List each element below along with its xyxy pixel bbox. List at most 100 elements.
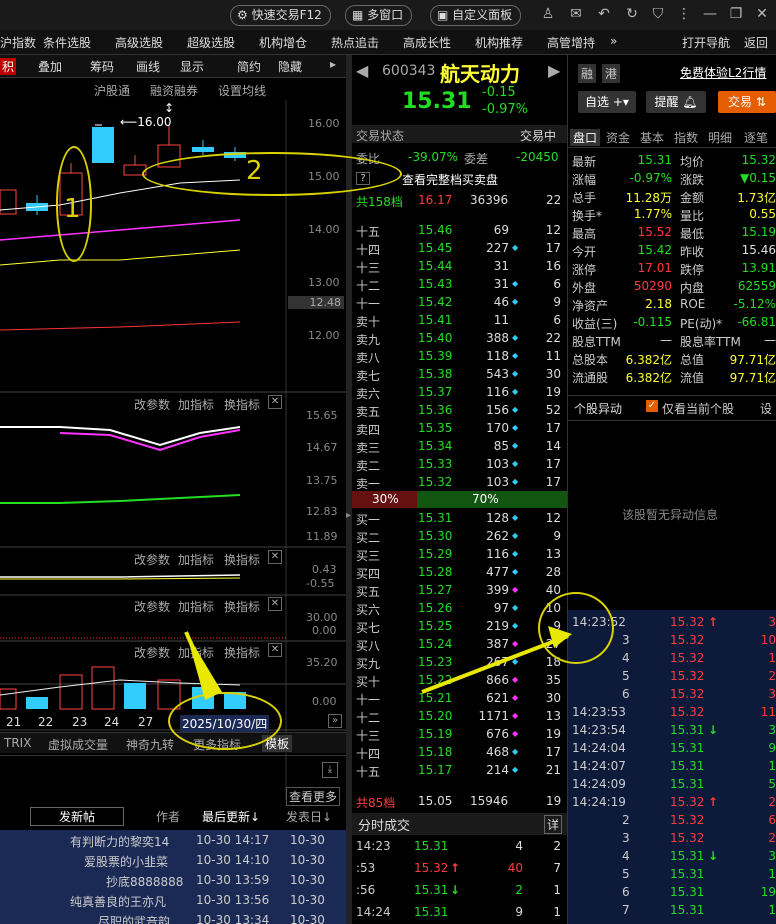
bid-row[interactable]: 十五 15.17 214 ◆ 21 — [352, 761, 567, 779]
user-icon[interactable]: ♙ — [540, 6, 556, 22]
shirt-icon[interactable]: ⛉ — [650, 6, 666, 22]
switch-indicator-button[interactable]: 换指标 — [224, 396, 260, 413]
back-button[interactable]: 返回 — [744, 34, 768, 51]
ask-row[interactable]: 十五 15.46 69 12 — [352, 221, 567, 239]
quick-trade-button[interactable]: ⚙ 快速交易F12 — [230, 5, 331, 26]
multi-window-button[interactable]: ▦ 多窗口 — [345, 5, 413, 26]
minimize-icon[interactable]: — — [702, 6, 718, 22]
bid-row[interactable]: 十三 15.19 676 ◆ 19 — [352, 725, 567, 743]
tab-trix[interactable]: TRIX — [4, 736, 31, 750]
bid-row[interactable]: 买八 15.24 387 ◆ 27 — [352, 635, 567, 653]
scroll-right-icon[interactable]: » — [328, 714, 342, 728]
abnormal-filter-label[interactable]: 仅看当前个股 — [662, 400, 734, 417]
close-icon[interactable]: ✕ — [268, 550, 282, 564]
tab-zhubi[interactable]: 逐笔 — [744, 129, 768, 146]
ask-row[interactable]: 卖七 15.38 543 ◆ 30 — [352, 365, 567, 383]
close-icon[interactable]: ✕ — [268, 643, 282, 657]
ask-row[interactable]: 卖六 15.37 116 ◆ 19 — [352, 383, 567, 401]
edit-params-button[interactable]: 改参数 — [134, 551, 170, 568]
close-icon[interactable]: ✕ — [268, 395, 282, 409]
ask-row[interactable]: 十三 15.44 31 16 — [352, 257, 567, 275]
bid-row[interactable]: 十一 15.21 621 ◆ 30 — [352, 689, 567, 707]
bid-row[interactable]: 买五 15.27 399 ◆ 40 — [352, 581, 567, 599]
bid-row[interactable]: 十二 15.20 1171 ◆ 13 — [352, 707, 567, 725]
switch-indicator-button[interactable]: 换指标 — [224, 551, 260, 568]
bid-row[interactable]: 买九 15.23 267 ◆ 18 — [352, 653, 567, 671]
ask-row[interactable]: 卖四 15.35 170 ◆ 17 — [352, 419, 567, 437]
bid-row[interactable]: 买四 15.28 477 ◆ 28 — [352, 563, 567, 581]
fenshi-detail-button[interactable]: 详 — [544, 815, 563, 834]
ask-row[interactable]: 十四 15.45 227 ◆ 17 — [352, 239, 567, 257]
bid-row[interactable]: 买三 15.29 116 ◆ 13 — [352, 545, 567, 563]
restore-icon[interactable]: ❐ — [728, 6, 744, 22]
checkbox[interactable]: ✓ — [646, 400, 658, 412]
bid-row[interactable]: 买一 15.31 128 ◆ 12 — [352, 509, 567, 527]
undo-icon[interactable]: ↶ — [596, 6, 612, 22]
tab-magic-nine[interactable]: 神奇九转 — [126, 736, 174, 753]
add-indicator-button[interactable]: 加指标 — [178, 551, 214, 568]
last-update-col[interactable]: 最后更新↓ — [202, 808, 260, 825]
watchlist-button[interactable]: 自选 +▾ — [578, 91, 636, 113]
menu-item[interactable]: 高成长性 — [403, 34, 451, 51]
open-nav-button[interactable]: 打开导航 — [682, 34, 730, 51]
bid-row[interactable]: 买七 15.25 219 ◆ 9 — [352, 617, 567, 635]
switch-indicator-button[interactable]: 换指标 — [224, 644, 260, 661]
trade-button[interactable]: 交易 ⇅ — [718, 91, 776, 113]
menu-item[interactable]: 沪指数 — [0, 34, 36, 51]
prev-stock-icon[interactable]: ◀ — [356, 61, 368, 80]
forum-row[interactable]: 尽职的武音韵 10-30 13:34 10-30 — [0, 910, 346, 924]
tab-zijin[interactable]: 资金 — [606, 129, 630, 146]
ask-row[interactable]: 十一 15.42 46 ◆ 9 — [352, 293, 567, 311]
remind-button[interactable]: 提醒 🔔︎ — [646, 91, 706, 113]
forum-row[interactable]: 爱股票的小韭菜 10-30 14:10 10-30 — [0, 850, 346, 870]
menu-item[interactable]: 条件选股 — [43, 34, 91, 51]
post-date-col[interactable]: 发表日↓ — [286, 808, 332, 825]
bid-row[interactable]: 买二 15.30 262 ◆ 9 — [352, 527, 567, 545]
ask-row[interactable]: 卖九 15.40 388 ◆ 22 — [352, 329, 567, 347]
custom-panel-button[interactable]: ▣ 自定义面板 — [430, 5, 522, 26]
menu-item[interactable]: 超级选股 — [187, 34, 235, 51]
menu-more[interactable]: » — [610, 34, 617, 48]
download-icon[interactable]: ⤓ — [322, 762, 338, 778]
menu-item[interactable]: 机构推荐 — [475, 34, 523, 51]
edit-params-button[interactable]: 改参数 — [134, 396, 170, 413]
bid-row[interactable]: 十四 15.18 468 ◆ 17 — [352, 743, 567, 761]
new-post-button[interactable]: 发新帖 — [30, 807, 125, 826]
add-indicator-button[interactable]: 加指标 — [178, 396, 214, 413]
edit-params-button[interactable]: 改参数 — [134, 644, 170, 661]
tab-jiben[interactable]: 基本 — [640, 129, 664, 146]
switch-indicator-button[interactable]: 换指标 — [224, 598, 260, 615]
next-stock-icon[interactable]: ▶ — [548, 61, 560, 80]
more-icon[interactable]: ⋮ — [676, 6, 692, 22]
edit-params-button[interactable]: 改参数 — [134, 598, 170, 615]
forum-row[interactable]: 纯真善良的王亦凡 10-30 13:56 10-30 — [0, 890, 346, 910]
menu-item[interactable]: 高级选股 — [115, 34, 163, 51]
tab-zhishu[interactable]: 指数 — [674, 129, 698, 146]
tab-mingxi[interactable]: 明细 — [708, 129, 732, 146]
ask-row[interactable]: 卖二 15.33 103 ◆ 17 — [352, 455, 567, 473]
mail-icon[interactable]: ✉ — [568, 6, 584, 22]
menu-item[interactable]: 高管增持 — [547, 34, 595, 51]
add-indicator-button[interactable]: 加指标 — [178, 644, 214, 661]
ask-row[interactable]: 十二 15.43 31 ◆ 6 — [352, 275, 567, 293]
abnormal-settings-button[interactable]: 设 — [760, 400, 772, 417]
close-icon[interactable]: ✕ — [754, 6, 770, 22]
forum-row[interactable]: 有判断力的黎奕14 10-30 14:17 10-30 — [0, 830, 346, 850]
menu-item[interactable]: 机构增仓 — [259, 34, 307, 51]
forum-row[interactable]: 抄底8888888 10-30 13:59 10-30 — [0, 870, 346, 890]
tab-pankou[interactable]: 盘口 — [570, 129, 601, 146]
bid-row[interactable]: 买六 15.26 97 ◆ 10 — [352, 599, 567, 617]
view-more-button[interactable]: 查看更多 — [286, 787, 341, 806]
author-col[interactable]: 作者 — [156, 808, 180, 825]
bid-row[interactable]: 买十 15.22 866 ◆ 35 — [352, 671, 567, 689]
refresh-icon[interactable]: ↻ — [624, 6, 640, 22]
collapse-icon[interactable]: ▸ — [346, 510, 351, 521]
ask-row[interactable]: 卖五 15.36 156 ◆ 52 — [352, 401, 567, 419]
ask-row[interactable]: 卖一 15.32 103 ◆ 17 — [352, 473, 567, 491]
ask-row[interactable]: 卖三 15.34 85 ◆ 14 — [352, 437, 567, 455]
tab-virtual-volume[interactable]: 虚拟成交量 — [48, 736, 108, 753]
add-indicator-button[interactable]: 加指标 — [178, 598, 214, 615]
ask-row[interactable]: 卖十 15.41 11 6 — [352, 311, 567, 329]
ask-row[interactable]: 卖八 15.39 118 ◆ 11 — [352, 347, 567, 365]
menu-item[interactable]: 热点追击 — [331, 34, 379, 51]
